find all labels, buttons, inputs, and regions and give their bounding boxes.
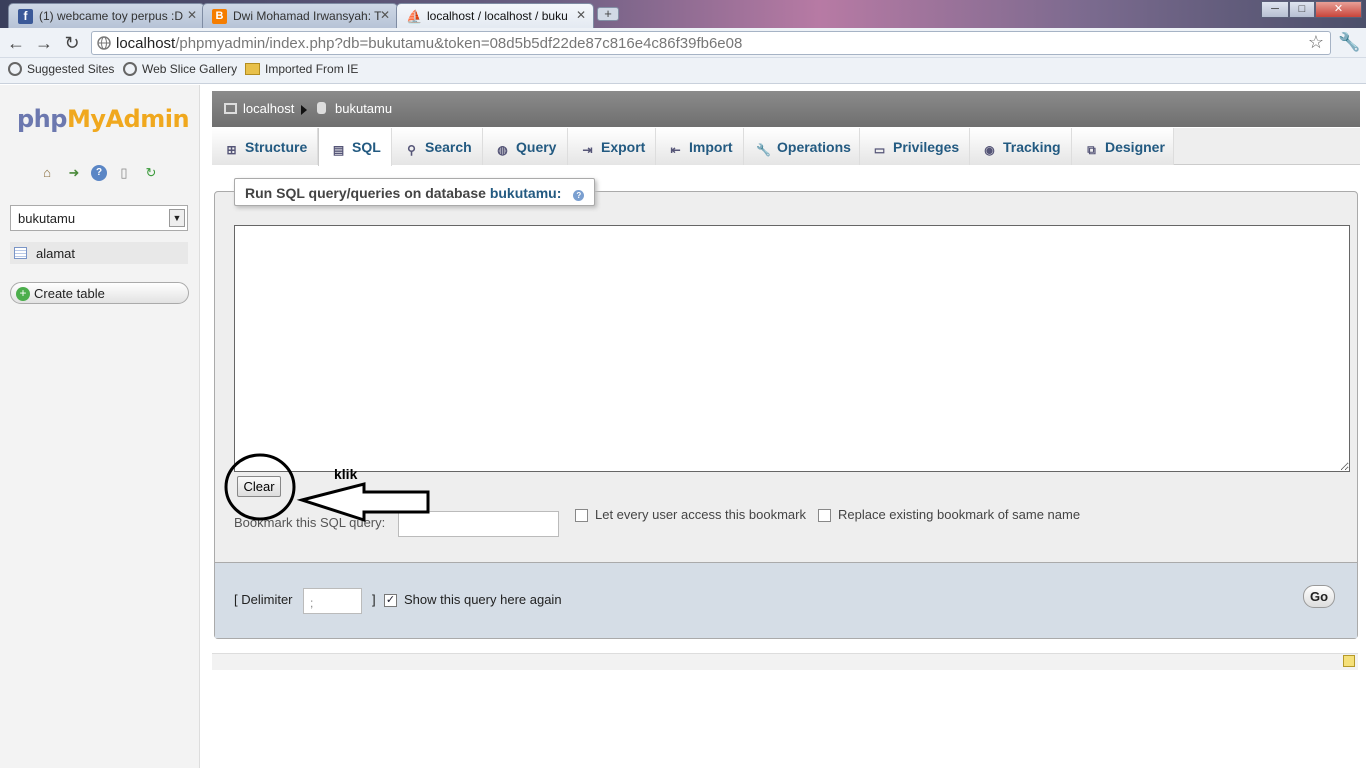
- annotation-overlay: [224, 453, 430, 523]
- annotation-arrow: [296, 482, 430, 523]
- annotation-circle: [224, 453, 296, 521]
- annotation-label: klik: [334, 466, 358, 482]
